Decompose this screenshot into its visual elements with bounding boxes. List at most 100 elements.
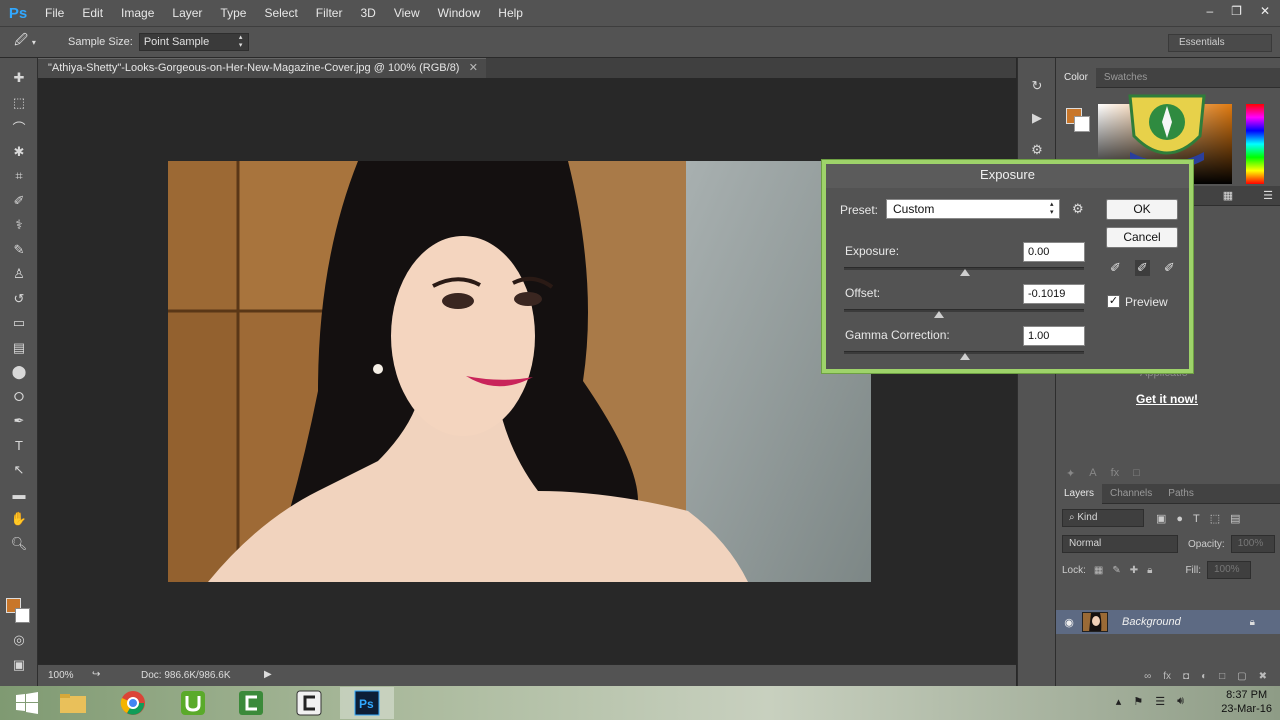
share-icon[interactable]: ↪: [92, 669, 100, 680]
exposure-slider-thumb[interactable]: [960, 269, 970, 276]
move-tool-icon[interactable]: ✚: [0, 66, 38, 91]
blend-mode-select[interactable]: Normal: [1062, 535, 1178, 553]
lasso-tool-icon[interactable]: ⌒: [0, 115, 38, 140]
menu-view[interactable]: View: [385, 0, 429, 26]
background-color-chip[interactable]: [1074, 116, 1090, 132]
close-icon[interactable]: ✕: [469, 59, 478, 78]
layer-row-background[interactable]: ◉ Background 🔒︎: [1056, 610, 1280, 634]
adjustment-layer-icon[interactable]: ◐: [1201, 671, 1207, 682]
menu-image[interactable]: Image: [112, 0, 163, 26]
document-tab[interactable]: "Athiya-Shetty"-Looks-Gorgeous-on-Her-Ne…: [38, 58, 486, 78]
menu-help[interactable]: Help: [489, 0, 532, 26]
link-layers-icon[interactable]: ∞: [1144, 671, 1151, 682]
layer-filter-kind[interactable]: ⌕ Kind: [1062, 509, 1144, 527]
menu-filter[interactable]: Filter: [307, 0, 352, 26]
add-text-icon[interactable]: A: [1089, 467, 1096, 479]
gamma-slider-thumb[interactable]: [960, 353, 970, 360]
document-image[interactable]: [168, 161, 871, 582]
exposure-slider[interactable]: [844, 267, 1084, 276]
preview-checkbox[interactable]: ✓: [1107, 295, 1120, 308]
utorrent-icon[interactable]: [166, 687, 220, 719]
healing-brush-tool-icon[interactable]: ⚕: [0, 213, 38, 238]
ok-button[interactable]: OK: [1106, 199, 1178, 220]
add-fx-icon[interactable]: fx: [1111, 467, 1120, 479]
menu-file[interactable]: File: [36, 0, 73, 26]
history-brush-tool-icon[interactable]: ↺: [0, 287, 38, 312]
zoom-tool-icon[interactable]: 🔍︎: [0, 532, 38, 557]
tray-arrow-icon[interactable]: ▴: [1116, 695, 1122, 708]
add-color-icon[interactable]: □: [1133, 467, 1140, 479]
clone-stamp-tool-icon[interactable]: ♙: [0, 262, 38, 287]
offset-slider[interactable]: [844, 309, 1084, 318]
screen-mode-icon[interactable]: ▣: [0, 653, 38, 678]
gamma-slider[interactable]: [844, 351, 1084, 360]
marquee-tool-icon[interactable]: ⬚: [0, 91, 38, 116]
eyedropper-tool-icon[interactable]: ✐: [0, 189, 38, 214]
white-point-eyedropper-icon[interactable]: ✐: [1164, 260, 1175, 276]
preset-options-gear-icon[interactable]: ⚙: [1072, 201, 1084, 217]
dodge-tool-icon[interactable]: ⭘: [0, 385, 38, 410]
restore-icon[interactable]: ❐: [1231, 4, 1242, 18]
file-explorer-icon[interactable]: [46, 687, 100, 719]
layer-name[interactable]: Background: [1122, 616, 1181, 628]
new-layer-icon[interactable]: ▢: [1237, 671, 1246, 682]
blur-tool-icon[interactable]: ⬤: [0, 360, 38, 385]
gradient-tool-icon[interactable]: ▤: [0, 336, 38, 361]
actions-play-icon[interactable]: ▶: [1018, 102, 1056, 134]
visibility-eye-icon[interactable]: ◉: [1056, 616, 1082, 629]
gray-point-eyedropper-icon[interactable]: ✐: [1134, 260, 1150, 276]
menu-select[interactable]: Select: [255, 0, 306, 26]
taskbar-clock[interactable]: 8:37 PM 23-Mar-16: [1221, 688, 1272, 716]
color-swatches[interactable]: [6, 598, 32, 626]
network-icon[interactable]: ☰: [1155, 695, 1165, 708]
tab-color[interactable]: Color: [1056, 67, 1096, 88]
menu-3d[interactable]: 3D: [351, 0, 384, 26]
get-it-now-link[interactable]: Get it now!: [1136, 392, 1198, 406]
tab-paths[interactable]: Paths: [1160, 484, 1202, 504]
delete-layer-icon[interactable]: ✖: [1259, 671, 1267, 682]
pen-tool-icon[interactable]: ✒: [0, 409, 38, 434]
list-view-icon[interactable]: ☰: [1263, 189, 1273, 202]
cancel-button[interactable]: Cancel: [1106, 227, 1178, 248]
play-icon[interactable]: ▶: [264, 669, 272, 680]
path-select-tool-icon[interactable]: ↖: [0, 458, 38, 483]
layer-filter-icons[interactable]: ▣●T⬚▤: [1156, 512, 1251, 525]
menu-layer[interactable]: Layer: [163, 0, 211, 26]
camtasia-recorder-icon[interactable]: [224, 687, 278, 719]
preset-select[interactable]: Custom: [886, 199, 1060, 219]
minimize-icon[interactable]: –: [1206, 4, 1213, 18]
offset-input[interactable]: [1023, 284, 1085, 304]
history-icon[interactable]: ↻: [1018, 70, 1056, 102]
brush-tool-icon[interactable]: ✎: [0, 238, 38, 263]
quick-select-tool-icon[interactable]: ✱: [0, 140, 38, 165]
zoom-level[interactable]: 100%: [48, 670, 74, 681]
chrome-icon[interactable]: [106, 687, 160, 719]
tab-swatches[interactable]: Swatches: [1096, 68, 1155, 88]
exposure-input[interactable]: [1023, 242, 1085, 262]
eraser-tool-icon[interactable]: ▭: [0, 311, 38, 336]
action-center-icon[interactable]: ⚑: [1133, 695, 1143, 708]
hue-slider[interactable]: [1246, 104, 1264, 184]
close-icon[interactable]: ✕: [1260, 4, 1270, 18]
offset-slider-thumb[interactable]: [934, 311, 944, 318]
tab-channels[interactable]: Channels: [1102, 484, 1160, 504]
lock-icons[interactable]: ▦✎✚🔒︎: [1094, 565, 1162, 576]
menu-window[interactable]: Window: [429, 0, 490, 26]
grid-view-icon[interactable]: ▦: [1223, 189, 1233, 202]
add-graphic-icon[interactable]: ✦: [1066, 467, 1075, 480]
opacity-input[interactable]: 100%: [1230, 535, 1275, 553]
camtasia-studio-icon[interactable]: [282, 687, 336, 719]
background-color-swatch[interactable]: [15, 608, 30, 623]
menu-edit[interactable]: Edit: [73, 0, 112, 26]
type-tool-icon[interactable]: T: [0, 434, 38, 459]
fill-input[interactable]: 100%: [1207, 561, 1251, 579]
workspace-switcher[interactable]: Essentials: [1168, 34, 1272, 52]
add-mask-icon[interactable]: ◘: [1183, 671, 1189, 682]
quick-mask-icon[interactable]: ◎: [0, 628, 38, 653]
volume-icon[interactable]: 🔊︎: [1177, 695, 1184, 708]
photoshop-taskbar-icon[interactable]: Ps: [340, 687, 394, 719]
sample-size-select[interactable]: Point Sample: [138, 33, 249, 51]
gamma-input[interactable]: [1023, 326, 1085, 346]
layer-style-icon[interactable]: fx: [1163, 671, 1171, 682]
hand-tool-icon[interactable]: ✋: [0, 507, 38, 532]
